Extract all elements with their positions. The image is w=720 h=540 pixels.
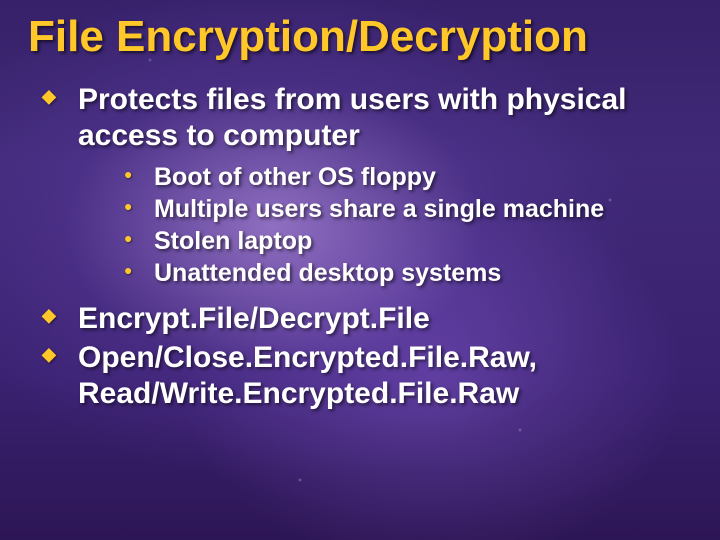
sub-bullet-text: Stolen laptop [154,227,312,255]
bullet-text: Protects files from users with physical … [78,83,627,151]
sub-bullet-item: Boot of other OS floppy [124,161,692,193]
sub-bullet-text: Unattended desktop systems [154,259,501,287]
sub-bullet-item: Stolen laptop [124,225,692,257]
bullet-text: Encrypt.File/Decrypt.File [78,302,430,335]
bullet-item: Protects files from users with physical … [38,82,692,289]
sub-bullet-list: Boot of other OS floppy Multiple users s… [78,161,692,289]
sub-bullet-text: Boot of other OS floppy [154,163,436,191]
sub-bullet-item: Unattended desktop systems [124,257,692,289]
bullet-text: Open/Close.Encrypted.File.Raw, Read/Writ… [78,341,537,409]
sub-bullet-item: Multiple users share a single machine [124,193,692,225]
bullet-item: Encrypt.File/Decrypt.File [38,301,692,336]
bullet-list: Protects files from users with physical … [28,82,692,411]
sub-bullet-text: Multiple users share a single machine [154,195,604,223]
slide: File Encryption/Decryption Protects file… [0,0,720,540]
bullet-item: Open/Close.Encrypted.File.Raw, Read/Writ… [38,340,692,411]
slide-title: File Encryption/Decryption [28,14,692,60]
